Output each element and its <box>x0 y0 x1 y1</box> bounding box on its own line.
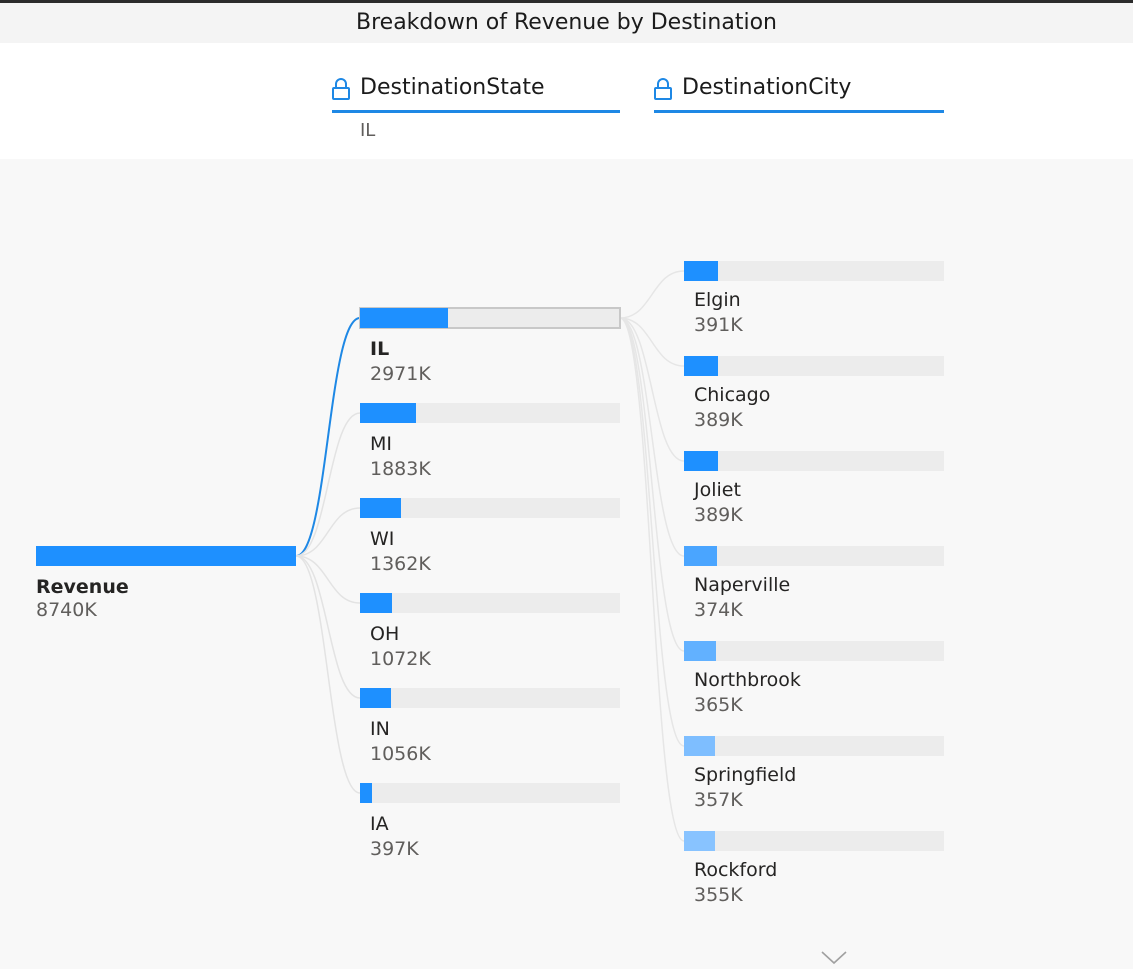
city-bar-elgin[interactable] <box>684 261 944 281</box>
city-label: Joliet <box>694 479 741 501</box>
root-label: Revenue <box>36 576 129 598</box>
state-bar-in-fill <box>360 688 391 708</box>
state-label: MI <box>370 433 392 455</box>
connector <box>619 317 685 652</box>
city-bar-rockford-fill <box>684 831 715 851</box>
city-label: Northbrook <box>694 669 801 691</box>
city-label: Rockford <box>694 859 778 881</box>
city-value: 389K <box>694 409 743 431</box>
city-bar-springfield-fill <box>684 736 715 756</box>
state-value: 1056K <box>370 743 431 765</box>
connector <box>295 555 361 794</box>
city-bar-joliet[interactable] <box>684 451 944 471</box>
city-label: Springfield <box>694 764 797 786</box>
root-bar[interactable] <box>36 546 296 566</box>
city-label: Elgin <box>694 289 741 311</box>
city-bar-elgin-fill <box>684 261 718 281</box>
city-label: Naperville <box>694 574 791 596</box>
city-value: 391K <box>694 314 743 336</box>
state-bar-mi[interactable] <box>360 403 620 423</box>
city-bar-northbrook-fill <box>684 641 716 661</box>
city-bar-joliet-fill <box>684 451 718 471</box>
connector <box>619 317 685 842</box>
state-bar-oh-fill <box>360 593 392 613</box>
state-label: WI <box>370 528 395 550</box>
city-label: Chicago <box>694 384 771 406</box>
state-bar-wi-fill <box>360 498 401 518</box>
connector <box>619 317 685 557</box>
city-value: 389K <box>694 504 743 526</box>
state-label: OH <box>370 623 400 645</box>
city-bar-rockford[interactable] <box>684 831 944 851</box>
connector <box>619 317 685 747</box>
city-value: 355K <box>694 884 743 906</box>
state-bar-ia[interactable] <box>360 783 620 803</box>
state-bar-ia-fill <box>360 783 372 803</box>
city-bar-chicago-fill <box>684 356 718 376</box>
city-value: 374K <box>694 599 743 621</box>
root-value: 8740K <box>36 599 97 621</box>
city-bar-naperville-fill <box>684 546 717 566</box>
state-label: IA <box>370 813 389 835</box>
state-value: 1072K <box>370 648 431 670</box>
state-bar-wi[interactable] <box>360 498 620 518</box>
city-bar-northbrook[interactable] <box>684 641 944 661</box>
state-bar-mi-fill <box>360 403 416 423</box>
tree-connectors <box>295 270 685 842</box>
city-bar-springfield[interactable] <box>684 736 944 756</box>
chevron-down-icon[interactable] <box>820 950 848 966</box>
city-value: 365K <box>694 694 743 716</box>
city-bar-naperville[interactable] <box>684 546 944 566</box>
state-label: IL <box>370 338 390 360</box>
state-value: 397K <box>370 838 419 860</box>
state-value: 1883K <box>370 458 431 480</box>
connector-selected <box>295 317 361 557</box>
state-bar-il[interactable] <box>359 307 621 329</box>
state-label: IN <box>370 718 390 740</box>
state-value: 2971K <box>370 363 431 385</box>
state-value: 1362K <box>370 553 431 575</box>
connector <box>619 270 685 319</box>
city-value: 357K <box>694 789 743 811</box>
city-bar-chicago[interactable] <box>684 356 944 376</box>
state-bar-in[interactable] <box>360 688 620 708</box>
state-bar-oh[interactable] <box>360 593 620 613</box>
state-bar-il-fill <box>360 308 448 328</box>
